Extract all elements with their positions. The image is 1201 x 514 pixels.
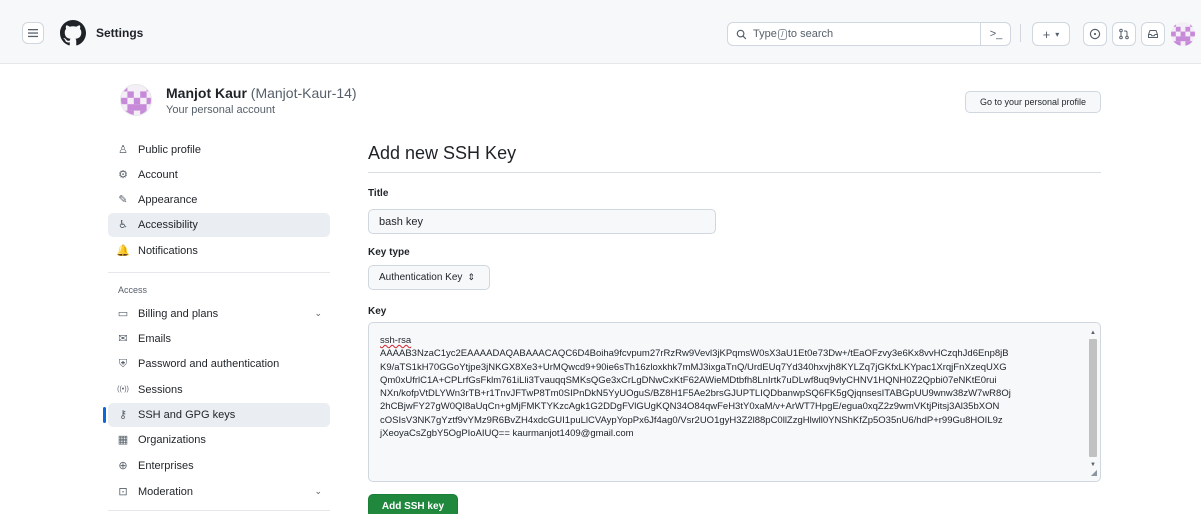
report-icon: ⊡: [118, 486, 128, 498]
git-pull-request-icon: [1119, 28, 1129, 40]
sidebar-item-billing[interactable]: ▭ Billing and plans ⌄: [108, 302, 330, 326]
plus-icon: +: [1042, 26, 1051, 42]
accessibility-icon: ♿: [118, 219, 128, 231]
page-context-title: Settings: [96, 26, 144, 40]
key-line: Qm0xUfrlC1A+CPLrfGsFklm761iLli3TvauqqSMK…: [380, 374, 997, 386]
key-line: AAAAB3NzaC1yc2EAAAADAQABAAACAQC6D4Boiha9…: [380, 348, 1009, 360]
sidebar-item-emails[interactable]: ✉ Emails: [108, 327, 330, 351]
sidebar-item-label: Appearance: [138, 194, 198, 206]
mail-icon: ✉: [118, 333, 128, 345]
search-placeholder-post: to search: [787, 28, 834, 40]
menu-button[interactable]: [22, 22, 44, 44]
sidebar-divider: [108, 510, 330, 511]
sidebar-item-ssh-gpg-keys[interactable]: ⚷ SSH and GPG keys: [103, 403, 330, 427]
terminal-icon: >_: [989, 28, 1003, 40]
sidebar-item-enterprises[interactable]: ⊕ Enterprises: [108, 454, 330, 478]
chevron-down-icon[interactable]: ⌄: [314, 486, 322, 497]
key-algorithm: ssh-rsa: [380, 335, 412, 346]
sidebar-divider: [108, 272, 330, 273]
title-divider: [368, 172, 1101, 173]
sidebar-item-label: Organizations: [138, 434, 206, 446]
search-shortcut-key: /: [777, 28, 787, 40]
user-login: (Manjot-Kaur-14): [250, 85, 357, 101]
title-field-label: Title: [368, 188, 389, 199]
key-icon: ⚷: [118, 409, 128, 421]
shield-lock-icon: ⛨: [118, 358, 128, 370]
avatar-identicon-icon: [1171, 22, 1195, 46]
go-to-profile-button[interactable]: Go to your personal profile: [965, 91, 1101, 113]
sidebar-item-notifications[interactable]: 🔔 Notifications: [108, 239, 330, 263]
scrollbar-thumb[interactable]: [1089, 339, 1097, 457]
user-display-name: Manjot Kaur (Manjot-Kaur-14): [166, 85, 357, 101]
header-divider: [1020, 24, 1021, 42]
command-palette-button[interactable]: >_: [980, 22, 1011, 46]
search-placeholder-pre: Type: [753, 28, 777, 40]
sidebar-item-label: Public profile: [138, 144, 201, 156]
key-line: 2hCBjwFY27gW0QI8aUqCn+gMjFMKTYKzcAgk1G2D…: [380, 401, 1000, 413]
search-input[interactable]: Type / to search: [727, 22, 1011, 46]
sidebar-item-label: SSH and GPG keys: [138, 409, 236, 421]
resize-handle-icon[interactable]: ◢: [1091, 466, 1097, 479]
chevron-down-icon[interactable]: ⌄: [314, 308, 322, 319]
sidebar-item-accessibility[interactable]: ♿ Accessibility: [108, 213, 330, 237]
inbox-button[interactable]: [1141, 22, 1165, 46]
github-logo-icon[interactable]: [60, 20, 86, 46]
bell-icon: 🔔: [116, 245, 130, 257]
textarea-scrollbar[interactable]: ▲ ▼: [1088, 325, 1098, 481]
sidebar-item-label: Emails: [138, 333, 172, 345]
sidebar-item-appearance[interactable]: ✎ Appearance: [108, 188, 330, 212]
key-line: NXn/kofpVtDLYWn3rTB+r1TnvJFTwP8Tm0SIPnDk…: [380, 388, 1011, 400]
sidebar-item-label: Accessibility: [138, 219, 198, 231]
page-title: Add new SSH Key: [368, 143, 517, 163]
hamburger-icon: [28, 29, 38, 38]
create-new-button[interactable]: + ▾: [1032, 22, 1070, 46]
sidebar-item-label: Sessions: [138, 384, 183, 396]
sidebar-item-label: Account: [138, 169, 178, 181]
avatar-identicon-icon: [121, 85, 151, 115]
account-type-label: Your personal account: [166, 104, 276, 116]
sidebar-item-organizations[interactable]: ▦ Organizations: [108, 428, 330, 452]
ssh-key-textarea[interactable]: ssh-rsa AAAAB3NzaC1yc2EAAAADAQABAAACAQC6…: [368, 322, 1101, 482]
sidebar-item-moderation[interactable]: ⊡ Moderation ⌄: [108, 480, 330, 504]
key-type-select[interactable]: Authentication Key ⇕: [368, 265, 490, 290]
caret-down-icon: ▾: [1055, 29, 1060, 39]
key-line: cOSIsV3NK7gYztf9vYMz9R6BvZH4xdcGUI1puLlC…: [380, 414, 1003, 426]
add-ssh-key-button[interactable]: Add SSH key: [368, 494, 458, 514]
person-icon: ♙: [118, 144, 128, 156]
sidebar-item-sessions[interactable]: ((•)) Sessions: [108, 378, 330, 402]
user-avatar-menu[interactable]: [1171, 22, 1195, 46]
select-caret-icon: ⇕: [467, 272, 475, 282]
user-full-name: Manjot Kaur: [166, 85, 247, 101]
top-header: Settings Type / to search >_ + ▾: [0, 0, 1201, 64]
search-icon: [736, 29, 747, 39]
globe-icon: ⊕: [118, 460, 128, 472]
pull-requests-button[interactable]: [1112, 22, 1136, 46]
credit-card-icon: ▭: [117, 308, 129, 320]
issues-button[interactable]: [1083, 22, 1107, 46]
paintbrush-icon: ✎: [118, 194, 128, 206]
issue-opened-icon: [1089, 28, 1101, 40]
inbox-icon: [1148, 30, 1158, 38]
key-line: K9/aTS1kH70GGoYtjpe3jNKGX8Xe3+UrMQwcd9+9…: [380, 361, 1007, 373]
key-field-label: Key: [368, 306, 387, 317]
sidebar-item-label: Notifications: [138, 245, 198, 257]
key-type-value: Authentication Key: [379, 272, 463, 283]
avatar: [120, 84, 152, 116]
sidebar-item-label: Billing and plans: [138, 308, 219, 320]
active-indicator: [103, 407, 106, 423]
sidebar-section-access: Access: [118, 285, 148, 295]
broadcast-icon: ((•)): [117, 386, 129, 393]
organization-icon: ▦: [117, 434, 129, 446]
sidebar-item-account[interactable]: ⚙ Account: [108, 163, 330, 187]
key-type-label: Key type: [368, 247, 410, 258]
sidebar-item-label: Enterprises: [138, 460, 194, 472]
key-title-input[interactable]: bash key: [368, 209, 716, 234]
sidebar-item-label: Moderation: [138, 486, 194, 498]
key-line: jXeoyaCsZgbY5OgPIoAIUQ== kaurmanjot1409@…: [380, 428, 634, 440]
gear-icon: ⚙: [118, 169, 128, 181]
sidebar-item-public-profile[interactable]: ♙ Public profile: [108, 138, 330, 162]
sidebar-item-password-auth[interactable]: ⛨ Password and authentication: [108, 352, 330, 376]
sidebar-item-label: Password and authentication: [138, 358, 280, 370]
